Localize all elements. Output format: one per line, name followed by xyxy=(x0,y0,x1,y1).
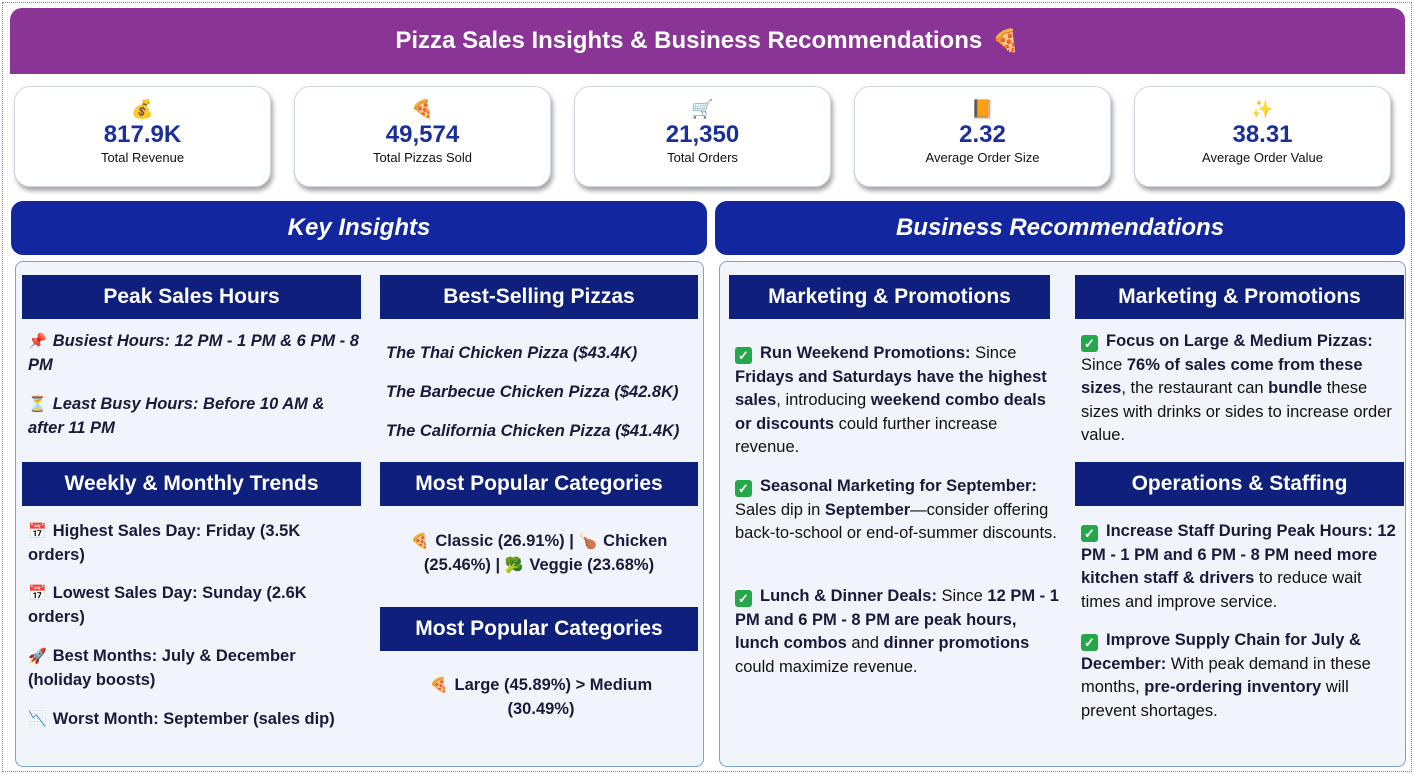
popular-sizes-text: 🍕 Large (45.89%) > Medium (30.49%) xyxy=(402,674,680,721)
check-icon: ✓ xyxy=(1081,335,1098,352)
most-popular-categories-heading: Most Popular Categories xyxy=(380,462,698,506)
calendar-icon: 📅 xyxy=(28,585,47,602)
business-recommendations-header: Business Recommendations xyxy=(715,201,1405,255)
best-months-text: Best Months: July & December (holiday bo… xyxy=(28,647,296,689)
worst-month-text: Worst Month: September (sales dip) xyxy=(52,710,335,728)
kpi-label: Total Pizzas Sold xyxy=(373,150,472,165)
title-bar: Pizza Sales Insights & Business Recommen… xyxy=(10,8,1405,74)
kpi-label: Total Revenue xyxy=(100,150,185,165)
kpi-value: 2.32 xyxy=(959,121,1006,148)
lowest-sales-day-item: 📅 Lowest Sales Day: Sunday (2.6K orders) xyxy=(28,582,338,629)
calendar-icon: 📅 xyxy=(28,523,47,540)
money-bag-icon: 💰 xyxy=(131,99,154,120)
best-selling-item: The Thai Chicken Pizza ($43.4K) xyxy=(386,344,638,362)
best-months-item: 🚀 Best Months: July & December (holiday b… xyxy=(28,645,338,692)
kpi-card-average-order-size: 📙 2.32 Average Order Size xyxy=(854,86,1111,187)
broccoli-icon: 🥦 xyxy=(504,556,524,574)
chart-decreasing-icon: 📉 xyxy=(28,711,47,728)
best-selling-item: The Barbecue Chicken Pizza ($42.8K) xyxy=(386,383,679,401)
worst-month-item: 📉 Worst Month: September (sales dip) xyxy=(28,708,366,732)
kpi-card-total-pizzas-sold: 🍕 49,574 Total Pizzas Sold xyxy=(294,86,551,187)
marketing-promotions-heading-right: Marketing & Promotions xyxy=(1075,275,1404,319)
kpi-value: 49,574 xyxy=(385,121,460,148)
rocket-icon: 🚀 xyxy=(28,648,47,665)
kpi-card-total-revenue: 💰 817.9K Total Revenue xyxy=(14,86,271,187)
kpi-card-total-orders: 🛒 21,350 Total Orders xyxy=(574,86,831,187)
least-busy-hours-text: Least Busy Hours: Before 10 AM & after 1… xyxy=(28,395,325,437)
least-busy-hours-item: ⏳ Least Busy Hours: Before 10 AM & after … xyxy=(28,393,348,440)
kpi-label: Average Order Size xyxy=(925,150,1040,165)
business-recommendations-title: Business Recommendations xyxy=(895,214,1225,241)
best-selling-pizzas-heading: Best-Selling Pizzas xyxy=(380,275,698,319)
kpi-card-average-order-value: ✨ 38.31 Average Order Value xyxy=(1134,86,1391,187)
pizza-icon: 🍕 xyxy=(429,677,449,694)
hourglass-icon: ⏳ xyxy=(28,396,47,413)
sizes-text: Large (45.89%) > Medium (30.49%) xyxy=(454,676,653,718)
weekend-promotions-item: ✓ Run Weekend Promotions: Since Fridays a… xyxy=(735,344,1047,456)
page-title: Pizza Sales Insights & Business Recommen… xyxy=(395,27,983,54)
kpi-value: 38.31 xyxy=(1232,121,1293,148)
lunch-dinner-deals-item: ✓ Lunch & Dinner Deals: Since 12 PM - 1 P… xyxy=(735,587,1059,676)
receipt-icon: 📙 xyxy=(971,99,994,120)
check-icon: ✓ xyxy=(1081,634,1098,651)
most-popular-sizes-heading: Most Popular Categories xyxy=(380,607,698,651)
chicken-leg-icon: 🍗 xyxy=(578,533,598,550)
peak-sales-hours-heading: Peak Sales Hours xyxy=(22,275,361,319)
lowest-sales-day-text: Lowest Sales Day: Sunday (2.6K orders) xyxy=(28,584,307,626)
key-insights-panel: Peak Sales Hours 📌 Busiest Hours: 12 PM -… xyxy=(15,261,704,767)
kpi-value: 21,350 xyxy=(665,121,740,148)
increase-staff-item: ✓ Increase Staff During Peak Hours: 12 PM… xyxy=(1081,522,1396,611)
kpi-label: Average Order Value xyxy=(1202,150,1323,165)
pizza-icon: 🍕 xyxy=(992,28,1020,54)
check-icon: ✓ xyxy=(735,347,752,364)
supply-chain-item: ✓ Improve Supply Chain for July & Decembe… xyxy=(1081,631,1371,720)
popular-categories-text: 🍕 Classic (26.91%) | 🍗 Chicken (25.46%) | … xyxy=(382,530,696,577)
kpi-value: 817.9K xyxy=(103,121,182,148)
operations-staffing-heading: Operations & Staffing xyxy=(1075,462,1404,506)
category-veggie: Veggie (23.68%) xyxy=(529,555,655,574)
pizza-icon: 🍕 xyxy=(411,99,434,120)
business-recommendations-panel: Marketing & Promotions ✓ Run Weekend Prom… xyxy=(719,261,1406,767)
cart-icon: 🛒 xyxy=(691,99,714,120)
busiest-hours-item: 📌 Busiest Hours: 12 PM - 1 PM & 6 PM - 8 … xyxy=(28,330,366,377)
key-insights-title: Key Insights xyxy=(287,214,431,241)
large-medium-focus-item: ✓ Focus on Large & Medium Pizzas: Since 7… xyxy=(1081,332,1392,444)
kpi-label: Total Orders xyxy=(667,150,738,165)
check-icon: ✓ xyxy=(735,480,752,497)
check-icon: ✓ xyxy=(735,590,752,607)
highest-sales-day-item: 📅 Highest Sales Day: Friday (3.5K orders) xyxy=(28,520,338,567)
busiest-hours-text: Busiest Hours: 12 PM - 1 PM & 6 PM - 8 P… xyxy=(28,332,359,374)
highest-sales-day-text: Highest Sales Day: Friday (3.5K orders) xyxy=(28,522,301,564)
key-insights-header: Key Insights xyxy=(11,201,707,255)
pushpin-icon: 📌 xyxy=(28,333,47,350)
check-icon: ✓ xyxy=(1081,525,1098,542)
marketing-promotions-heading: Marketing & Promotions xyxy=(729,275,1050,319)
best-selling-item: The California Chicken Pizza ($41.4K) xyxy=(386,422,680,440)
weekly-monthly-trends-heading: Weekly & Monthly Trends xyxy=(22,462,361,506)
pizza-icon: 🍕 xyxy=(410,533,430,550)
category-classic: Classic (26.91%) | xyxy=(435,532,574,550)
sparkles-icon: ✨ xyxy=(1251,99,1274,120)
seasonal-marketing-item: ✓ Seasonal Marketing for September: Sales… xyxy=(735,477,1057,542)
